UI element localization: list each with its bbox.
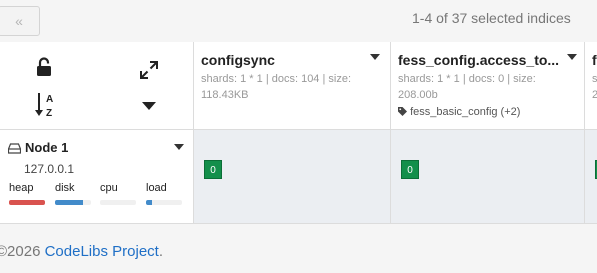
footer: ©2026 CodeLibs Project.: [0, 224, 597, 273]
controls-cell: A Z: [0, 42, 194, 130]
caret-down-icon[interactable]: [174, 144, 184, 150]
metric-label-disk: disk: [55, 182, 75, 194]
metric-label-heap: heap: [9, 182, 34, 194]
previous-page-button[interactable]: «: [0, 6, 40, 36]
index-name[interactable]: configsync: [201, 52, 275, 68]
top-toolbar: « 1-4 of 37 selected indices: [0, 0, 597, 43]
index-name[interactable]: fess_config.access_to...: [398, 52, 559, 68]
indices-summary: 1-4 of 37 selected indices: [412, 10, 571, 26]
caret-down-icon[interactable]: [567, 54, 577, 60]
index-stats: s 2: [592, 73, 597, 101]
node-name: Node 1: [25, 140, 69, 155]
codelibs-link[interactable]: CodeLibs Project: [45, 243, 159, 260]
shard-cell: 0: [391, 130, 585, 224]
metric-label-cpu: cpu: [100, 182, 118, 194]
disk-bar: [55, 200, 91, 205]
index-header-configsync[interactable]: configsync shards: 1 * 1 | docs: 104 | s…: [194, 42, 391, 130]
load-bar: [146, 200, 182, 205]
index-header-fess-config[interactable]: fess_config.access_to... shards: 1 * 1 |…: [391, 42, 585, 130]
unlock-icon[interactable]: [36, 57, 52, 77]
caret-down-icon[interactable]: [370, 54, 380, 60]
index-stats: shards: 1 * 1 | docs: 104 | size: 118.43…: [201, 73, 352, 101]
heap-bar: [9, 200, 45, 205]
svg-text:A: A: [46, 94, 53, 105]
caret-down-icon[interactable]: [142, 102, 156, 110]
expand-icon[interactable]: [139, 60, 159, 80]
server-icon: [8, 143, 21, 154]
svg-text:Z: Z: [46, 108, 52, 119]
shard-cell: 0: [194, 130, 391, 224]
shard-badge[interactable]: 0: [204, 160, 222, 179]
shard-badge[interactable]: 0: [401, 160, 419, 179]
index-alias[interactable]: fess_basic_config (+2): [398, 106, 520, 118]
metric-label-load: load: [146, 182, 167, 194]
tag-icon: [398, 107, 407, 116]
sort-alpha-icon[interactable]: A Z: [34, 91, 56, 119]
node-ip: 127.0.0.1: [24, 162, 75, 176]
footer-text: ©2026 CodeLibs Project.: [0, 243, 163, 260]
cpu-bar: [100, 200, 136, 205]
node-cell: Node 1 127.0.0.1 heap disk cpu load: [0, 130, 194, 224]
index-name[interactable]: f: [592, 52, 597, 68]
cluster-overview-grid: A Z configsync shards: 1 * 1 | docs: 104…: [0, 42, 597, 224]
shard-cell: [585, 130, 597, 224]
index-header-partial[interactable]: f s 2: [585, 42, 597, 130]
index-stats: shards: 1 * 1 | docs: 0 | size: 208.00b: [398, 73, 536, 101]
